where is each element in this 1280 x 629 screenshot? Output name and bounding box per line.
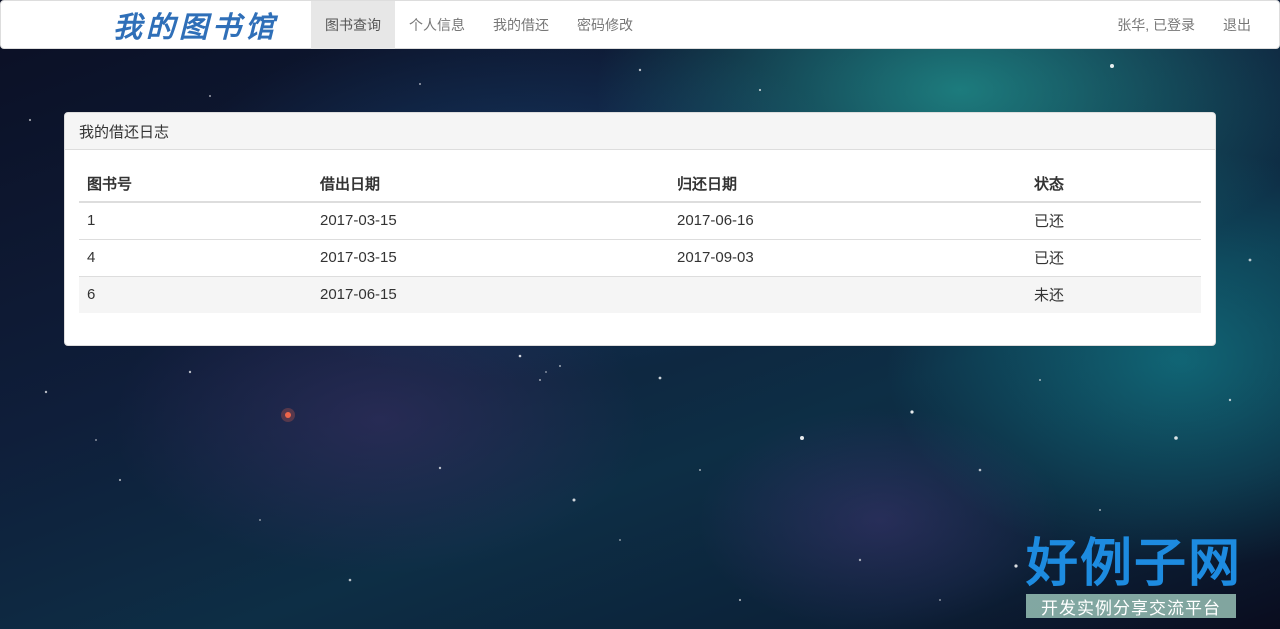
cell-book-id: 1 xyxy=(87,212,96,230)
table-row: 6 2017-06-15 未还 xyxy=(79,275,1201,313)
cell-return-date: 2017-06-16 xyxy=(677,212,754,230)
cell-book-id: 4 xyxy=(79,238,312,276)
main-nav: 图书查询 个人信息 我的借还 密码修改 xyxy=(311,1,647,49)
cell-borrow-date: 2017-06-15 xyxy=(312,275,669,313)
column-header-book-id: 图书号 xyxy=(79,165,312,203)
nav-item-my-borrow-return[interactable]: 我的借还 xyxy=(479,1,563,49)
brand-logo[interactable]: 我的图书馆 xyxy=(113,4,278,46)
nav-item-book-search[interactable]: 图书查询 xyxy=(311,1,395,49)
table-header-row: 图书号 借出日期 归还日期 状态 xyxy=(79,165,1201,203)
cell-status: 未还 xyxy=(1026,275,1201,313)
nav-item-personal-info[interactable]: 个人信息 xyxy=(395,1,479,49)
cell-borrow-date: 2017-03-15 xyxy=(312,238,669,276)
cell-borrow-date: 2017-03-15 xyxy=(320,212,397,230)
cell-status: 已还 xyxy=(1026,238,1201,276)
column-header-return-date: 归还日期 xyxy=(669,165,1026,203)
cell-return-date: 2017-09-03 xyxy=(669,238,1026,276)
borrow-log-table: 图书号 借出日期 归还日期 状态 1 2017-03-15 2017-06-16… xyxy=(79,165,1201,313)
user-status[interactable]: 张华, 已登录 xyxy=(1103,1,1209,49)
logout-link[interactable]: 退出 xyxy=(1209,1,1265,49)
nav-item-change-password[interactable]: 密码修改 xyxy=(563,1,647,49)
top-navbar: 我的图书馆 图书查询 个人信息 我的借还 密码修改 张华, 已登录 退出 xyxy=(0,0,1280,49)
cell-return-date xyxy=(669,275,1026,313)
panel-title: 我的借还日志 xyxy=(65,113,1215,150)
borrow-log-panel: 我的借还日志 图书号 借出日期 归还日期 状态 1 2017-03-15 201… xyxy=(64,112,1216,346)
panel-body: 图书号 借出日期 归还日期 状态 1 2017-03-15 2017-06-16… xyxy=(65,150,1215,328)
column-header-borrow-date: 借出日期 xyxy=(312,165,669,203)
column-header-status: 状态 xyxy=(1026,165,1201,203)
watermark-subtitle: 开发实例分享交流平台 xyxy=(1026,594,1236,618)
table-row: 4 2017-03-15 2017-09-03 已还 xyxy=(79,238,1201,276)
watermark-title: 好例子网 xyxy=(1026,533,1243,594)
cell-book-id: 6 xyxy=(79,275,312,313)
cell-status: 已还 xyxy=(1034,213,1065,231)
user-nav: 张华, 已登录 退出 xyxy=(1103,1,1265,49)
table-row: 1 2017-03-15 2017-06-16 已还 xyxy=(79,202,1201,239)
